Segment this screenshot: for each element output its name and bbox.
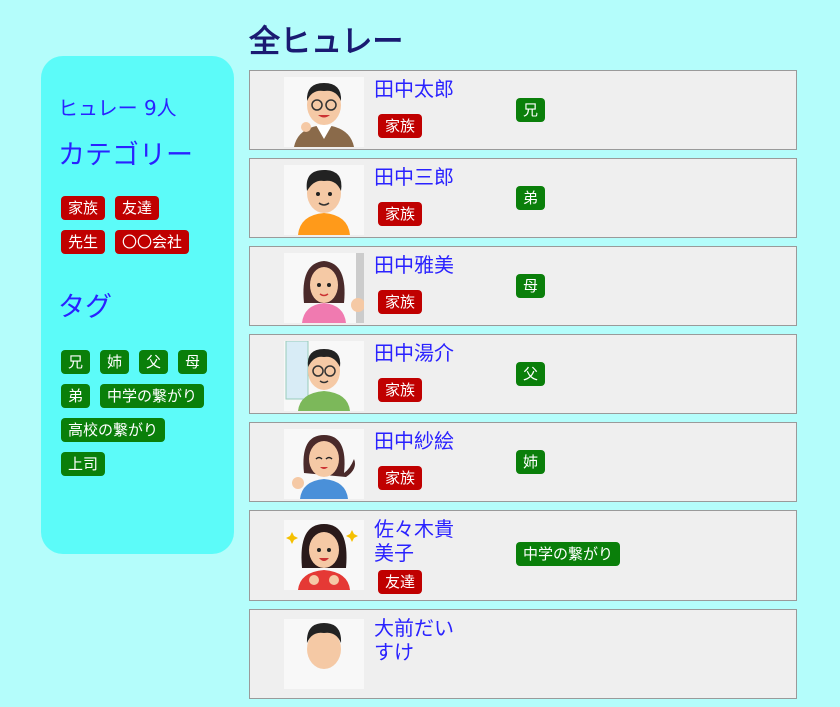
man-icon (284, 619, 364, 689)
category-chip[interactable]: 家族 (378, 290, 423, 314)
tag-chip-high-school[interactable]: 高校の繋がり (61, 418, 166, 442)
boy-icon (284, 165, 364, 235)
category-chip-teacher[interactable]: 先生 (61, 230, 106, 254)
tag-chip[interactable]: 弟 (516, 186, 546, 210)
person-name[interactable]: 大前だいすけ (374, 616, 464, 664)
tag-list: 兄 姉 父 母 弟 中学の繋がり 高校の繋がり 上司 (61, 350, 221, 486)
person-name[interactable]: 田中三郎 (374, 165, 464, 189)
woman-icon (284, 253, 364, 323)
girl-pointing-icon (284, 429, 364, 499)
categories-title: カテゴリー (58, 140, 193, 171)
tag-chip-older-sister[interactable]: 姉 (100, 350, 130, 374)
tags-title: タグ (58, 292, 112, 323)
category-chip[interactable]: 友達 (378, 570, 423, 594)
person-name[interactable]: 田中湯介 (374, 341, 464, 365)
person-card[interactable]: 田中三郎 家族 弟 (249, 158, 797, 238)
tag-chip-older-brother[interactable]: 兄 (61, 350, 91, 374)
person-card[interactable]: 田中太郎 家族 兄 (249, 70, 797, 150)
category-chip-company[interactable]: 〇〇会社 (115, 230, 190, 254)
tag-chip-younger-brother[interactable]: 弟 (61, 384, 91, 408)
tag-chip[interactable]: 姉 (516, 450, 546, 474)
tag-chip[interactable]: 母 (516, 274, 546, 298)
man-glasses-icon (284, 77, 364, 147)
category-chip-family[interactable]: 家族 (61, 196, 106, 220)
person-card[interactable]: 田中湯介 家族 父 (249, 334, 797, 414)
tag-chip-boss[interactable]: 上司 (61, 452, 106, 476)
person-list: 田中太郎 家族 兄 田中三郎 家族 弟 田中雅美 家族 母 田中湯介 家族 父 … (249, 70, 797, 707)
tag-chip[interactable]: 兄 (516, 98, 546, 122)
person-card[interactable]: 大前だいすけ (249, 609, 797, 699)
category-chip[interactable]: 家族 (378, 466, 423, 490)
person-card[interactable]: 田中雅美 家族 母 (249, 246, 797, 326)
girl-happy-icon (284, 520, 364, 590)
member-count-title: ヒュレー 9人 (58, 96, 177, 120)
father-glasses-icon (284, 341, 364, 411)
person-card[interactable]: 佐々木貴美子 友達 中学の繋がり (249, 510, 797, 601)
tag-chip-junior-high[interactable]: 中学の繋がり (100, 384, 205, 408)
category-chip[interactable]: 家族 (378, 202, 423, 226)
person-name[interactable]: 田中太郎 (374, 77, 464, 101)
tag-chip-mother[interactable]: 母 (178, 350, 208, 374)
tag-chip[interactable]: 父 (516, 362, 546, 386)
page-title: 全ヒュレー (249, 24, 404, 60)
person-card[interactable]: 田中紗絵 家族 姉 (249, 422, 797, 502)
category-chip[interactable]: 家族 (378, 378, 423, 402)
tag-chip-father[interactable]: 父 (139, 350, 169, 374)
person-name[interactable]: 佐々木貴美子 (374, 517, 464, 565)
person-name[interactable]: 田中紗絵 (374, 429, 464, 453)
category-chip-friends[interactable]: 友達 (115, 196, 160, 220)
category-list: 家族 友達 先生 〇〇会社 (61, 196, 221, 264)
category-chip[interactable]: 家族 (378, 114, 423, 138)
tag-chip[interactable]: 中学の繋がり (516, 542, 621, 566)
person-name[interactable]: 田中雅美 (374, 253, 464, 277)
sidebar: ヒュレー 9人 カテゴリー 家族 友達 先生 〇〇会社 タグ 兄 姉 父 母 弟… (41, 56, 234, 554)
